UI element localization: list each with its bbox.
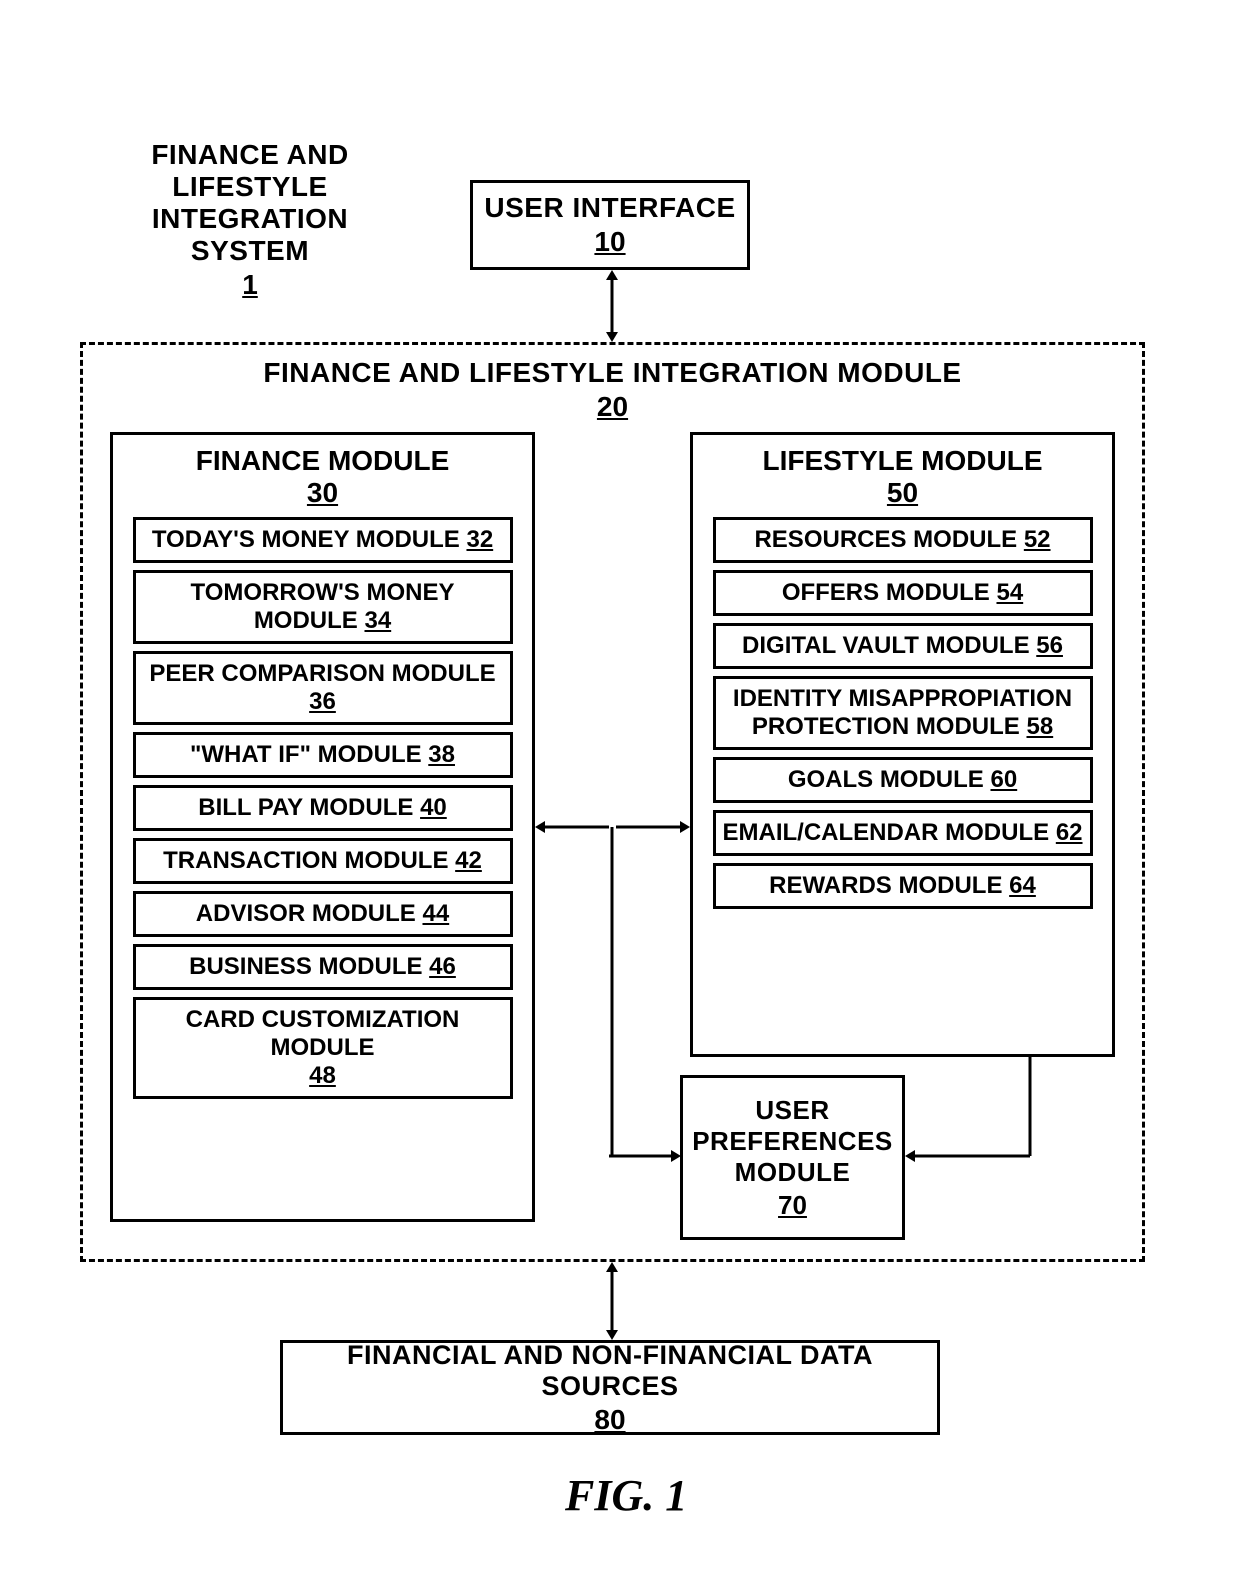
submodule-num: 44 <box>422 900 449 927</box>
arrow-ui-to-integration <box>606 270 618 342</box>
arrow-lifestyle-to-center <box>610 821 690 833</box>
finance-submodule: BILL PAY MODULE 40 <box>133 785 513 831</box>
user-preferences-box: USER PREFERENCES MODULE 70 <box>680 1075 905 1240</box>
finance-submodule: ADVISOR MODULE 44 <box>133 891 513 937</box>
user-prefs-l3: MODULE <box>735 1157 851 1188</box>
submodule-label: "WHAT IF" MODULE <box>190 741 422 768</box>
submodule-num: 52 <box>1024 526 1051 553</box>
submodule-num: 62 <box>1056 819 1083 846</box>
data-sources-num: 80 <box>594 1404 625 1436</box>
lifestyle-module-box: LIFESTYLE MODULE 50 RESOURCES MODULE 52 O… <box>690 432 1115 1057</box>
user-prefs-l1: USER <box>755 1095 829 1126</box>
submodule-num: 36 <box>309 688 336 715</box>
submodule-label: PEER COMPARISON MODULE <box>149 660 495 687</box>
lifestyle-items: RESOURCES MODULE 52 OFFERS MODULE 54 DIGIT… <box>693 517 1112 909</box>
finance-submodule: TOMORROW'S MONEY MODULE 34 <box>133 570 513 644</box>
line-center-vertical <box>609 827 615 1157</box>
system-title: FINANCE AND LIFESTYLE INTEGRATION SYSTEM… <box>90 165 410 275</box>
submodule-num: 40 <box>420 794 447 821</box>
submodule-num: 64 <box>1009 872 1036 899</box>
submodule-label: TOMORROW'S MONEY MODULE <box>191 579 455 634</box>
submodule-num: 56 <box>1036 632 1063 659</box>
lifestyle-submodule: GOALS MODULE 60 <box>713 757 1093 803</box>
submodule-label: RESOURCES MODULE <box>754 526 1017 553</box>
finance-items: TODAY'S MONEY MODULE 32 TOMORROW'S MONEY … <box>113 517 532 1099</box>
integration-module-title: FINANCE AND LIFESTYLE INTEGRATION MODULE <box>263 357 961 389</box>
user-interface-box: USER INTERFACE 10 <box>470 180 750 270</box>
lifestyle-module-title: LIFESTYLE MODULE <box>693 445 1112 477</box>
lifestyle-submodule: DIGITAL VAULT MODULE 56 <box>713 623 1093 669</box>
finance-submodule: TRANSACTION MODULE 42 <box>133 838 513 884</box>
finance-module-box: FINANCE MODULE 30 TODAY'S MONEY MODULE 3… <box>110 432 535 1222</box>
submodule-num: 42 <box>455 847 482 874</box>
lifestyle-submodule: EMAIL/CALENDAR MODULE 62 <box>713 810 1093 856</box>
finance-submodule: TODAY'S MONEY MODULE 32 <box>133 517 513 563</box>
submodule-num: 60 <box>990 766 1017 793</box>
submodule-num: 46 <box>429 953 456 980</box>
integration-module-num: 20 <box>597 391 628 423</box>
arrow-finance-to-center <box>535 821 615 833</box>
finance-submodule: "WHAT IF" MODULE 38 <box>133 732 513 778</box>
submodule-label: TODAY'S MONEY MODULE <box>152 526 460 553</box>
user-prefs-num: 70 <box>778 1190 807 1221</box>
lifestyle-submodule: REWARDS MODULE 64 <box>713 863 1093 909</box>
finance-submodule: BUSINESS MODULE 46 <box>133 944 513 990</box>
submodule-num: 34 <box>364 607 391 634</box>
submodule-label: OFFERS MODULE <box>782 579 990 606</box>
figure-caption: FIG. 1 <box>565 1470 687 1521</box>
lifestyle-submodule: IDENTITY MISAPPROPIATIONPROTECTION MODUL… <box>713 676 1093 750</box>
lifestyle-submodule: OFFERS MODULE 54 <box>713 570 1093 616</box>
data-sources-title: FINANCIAL AND NON-FINANCIAL DATA SOURCES <box>283 1340 937 1402</box>
finance-submodule: CARD CUSTOMIZATION MODULE48 <box>133 997 513 1099</box>
user-interface-num: 10 <box>594 226 625 258</box>
system-num: 1 <box>242 269 258 301</box>
submodule-label: BILL PAY MODULE <box>198 794 413 821</box>
arrow-lifestyle-to-prefs <box>905 1150 1030 1162</box>
data-sources-box: FINANCIAL AND NON-FINANCIAL DATA SOURCES… <box>280 1340 940 1435</box>
submodule-num: 38 <box>428 741 455 768</box>
submodule-label: ADVISOR MODULE <box>196 900 416 927</box>
submodule-label: REWARDS MODULE <box>769 872 1002 899</box>
arrow-finance-to-prefs <box>609 1150 681 1162</box>
submodule-num: 48 <box>309 1062 336 1089</box>
user-interface-title: USER INTERFACE <box>484 192 735 224</box>
finance-module-num: 30 <box>113 477 532 509</box>
finance-submodule: PEER COMPARISON MODULE 36 <box>133 651 513 725</box>
submodule-num: 54 <box>996 579 1023 606</box>
submodule-label: GOALS MODULE <box>788 766 984 793</box>
integration-module-header: FINANCE AND LIFESTYLE INTEGRATION MODULE… <box>80 350 1145 430</box>
submodule-label: DIGITAL VAULT MODULE <box>742 632 1030 659</box>
submodule-num: 58 <box>1026 713 1053 740</box>
user-prefs-l2: PREFERENCES <box>692 1126 893 1157</box>
submodule-label: IDENTITY MISAPPROPIATIONPROTECTION MODUL… <box>733 685 1072 740</box>
submodule-label: TRANSACTION MODULE <box>163 847 448 874</box>
line-lifestyle-vertical <box>1027 1057 1033 1156</box>
finance-module-title: FINANCE MODULE <box>113 445 532 477</box>
system-title-line1: FINANCE AND LIFESTYLE <box>90 139 410 203</box>
submodule-num: 32 <box>466 526 493 553</box>
submodule-label: EMAIL/CALENDAR MODULE <box>722 819 1049 846</box>
lifestyle-submodule: RESOURCES MODULE 52 <box>713 517 1093 563</box>
system-title-line2: INTEGRATION SYSTEM <box>90 203 410 267</box>
submodule-label: BUSINESS MODULE <box>189 953 422 980</box>
arrow-integration-to-datasources <box>606 1262 618 1340</box>
submodule-label: CARD CUSTOMIZATION MODULE <box>186 1006 460 1061</box>
lifestyle-module-num: 50 <box>693 477 1112 509</box>
